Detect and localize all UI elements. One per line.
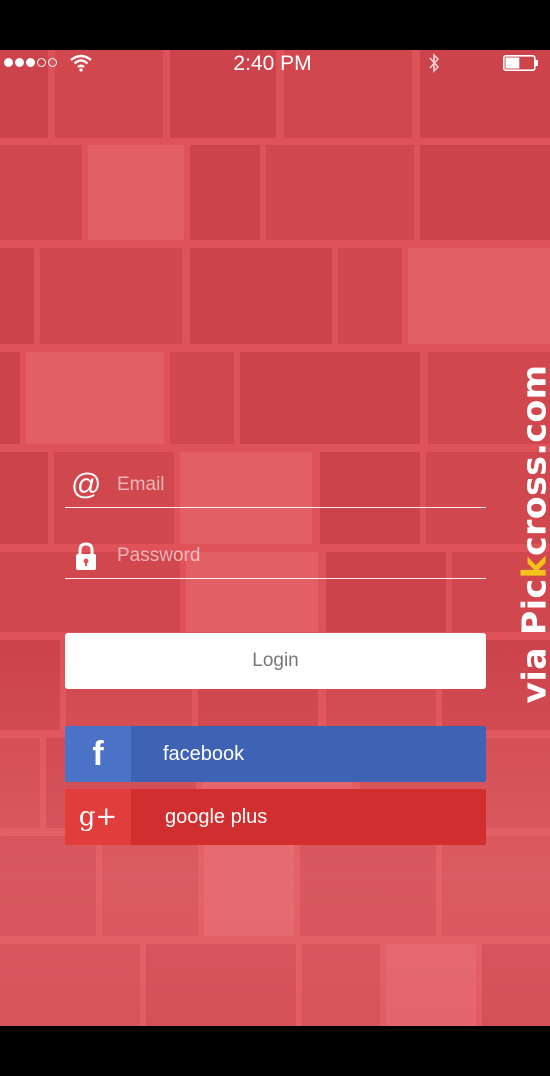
login-screen: 2:40 PM @ Login f face: [0, 50, 550, 1026]
password-field[interactable]: [65, 538, 486, 579]
battery-icon: [503, 55, 538, 71]
facebook-label: facebook: [163, 743, 245, 765]
google-plus-icon: g+: [65, 789, 131, 845]
at-icon: @: [71, 468, 102, 501]
bluetooth-icon: [429, 53, 440, 73]
bottom-letterbox: [0, 1026, 550, 1076]
password-input[interactable]: [117, 542, 477, 570]
status-bar: 2:40 PM: [0, 50, 550, 78]
login-button[interactable]: Login: [65, 633, 486, 689]
top-letterbox: [0, 0, 550, 50]
status-time: 2:40 PM: [233, 52, 312, 75]
facebook-login-button[interactable]: f facebook: [65, 726, 486, 782]
watermark: via Pickcross.com: [514, 364, 550, 704]
lock-icon: [71, 540, 101, 572]
facebook-icon: f: [65, 726, 131, 782]
email-input[interactable]: [117, 471, 477, 499]
google-plus-login-button[interactable]: g+ google plus: [65, 789, 486, 845]
email-field[interactable]: @: [65, 467, 486, 508]
google-plus-label: google plus: [165, 806, 268, 828]
